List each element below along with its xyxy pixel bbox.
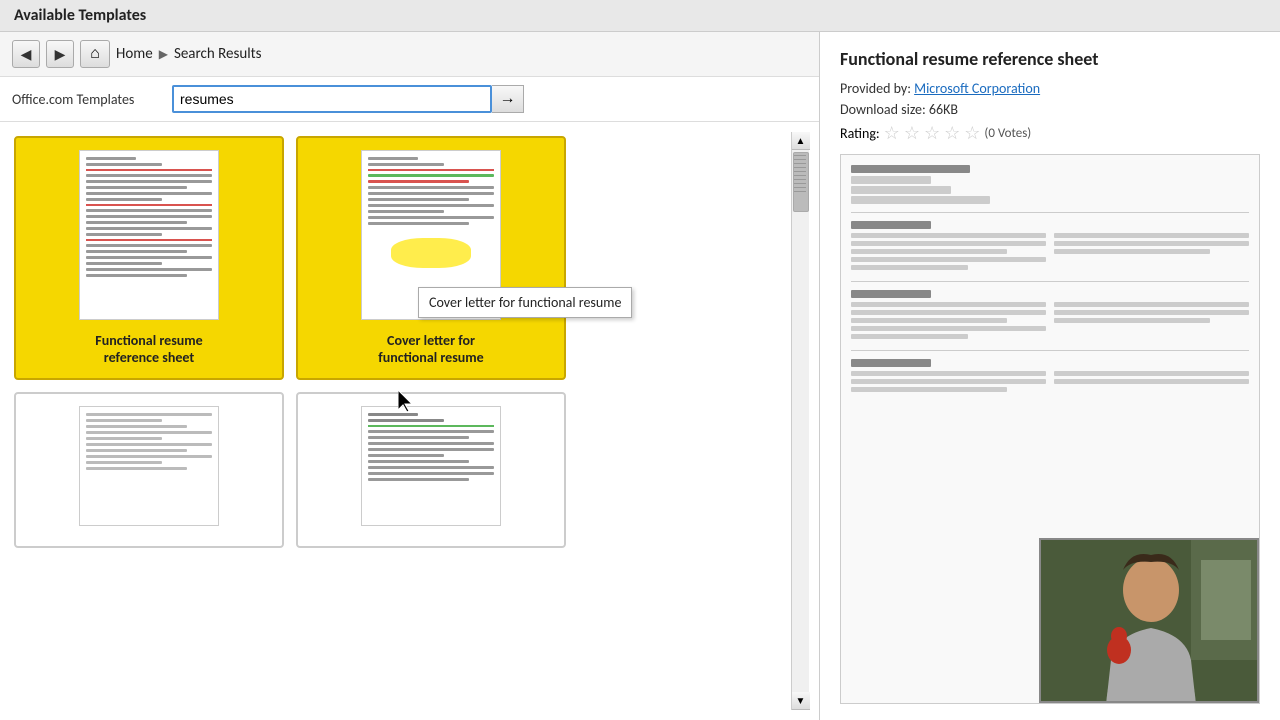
search-go-button[interactable]: →	[492, 85, 524, 113]
detail-rating-row: Rating: ☆ ☆ ☆ ☆ ☆ (0 Votes)	[840, 122, 1260, 144]
scrollbar-grip	[794, 155, 806, 195]
document-preview	[840, 154, 1260, 704]
star-2[interactable]: ☆	[904, 122, 920, 144]
detail-provider-link[interactable]: Microsoft Corporation	[914, 80, 1040, 97]
detail-provider-row: Provided by: Microsoft Corporation	[840, 80, 1260, 97]
star-4[interactable]: ☆	[944, 122, 960, 144]
breadcrumb-separator: ▶	[159, 47, 168, 62]
home-icon: ⌂	[90, 45, 100, 63]
rating-label: Rating:	[840, 125, 880, 142]
template-thumb-2	[361, 150, 501, 320]
star-1[interactable]: ☆	[884, 122, 900, 144]
search-label: Office.com Templates	[12, 91, 172, 108]
back-button[interactable]: ◀	[12, 40, 40, 68]
template-label-2: Cover letter forfunctional resume	[378, 332, 483, 366]
available-templates-header: Available Templates	[0, 0, 1280, 32]
search-go-icon: →	[500, 90, 516, 108]
home-button[interactable]: ⌂	[80, 40, 110, 68]
scrollbar-up-icon: ▲	[796, 134, 806, 147]
template-item-functional-resume[interactable]: Functional resumereference sheet	[14, 136, 284, 380]
scrollbar-down-icon: ▼	[796, 694, 806, 707]
template-item-cover-letter[interactable]: Cover letter forfunctional resume Cover …	[296, 136, 566, 380]
scrollbar-up-button[interactable]: ▲	[792, 132, 810, 150]
webcam-video	[1041, 540, 1257, 701]
templates-grid: Functional resumereference sheet	[10, 132, 791, 552]
detail-download-size-row: Download size: 66KB	[840, 101, 1260, 118]
star-5[interactable]: ☆	[964, 122, 980, 144]
templates-scroll-area[interactable]: Functional resumereference sheet	[10, 132, 791, 710]
template-label-1: Functional resumereference sheet	[95, 332, 202, 366]
search-input-wrap	[172, 85, 492, 113]
detail-votes: (0 Votes)	[984, 126, 1031, 141]
detail-download-size: 66KB	[929, 101, 958, 118]
template-thumb-4	[361, 406, 501, 526]
template-item-3[interactable]	[14, 392, 284, 548]
search-input[interactable]	[172, 85, 492, 113]
left-panel: ◀ ▶ ⌂ Home ▶ Search Results Office.com T…	[0, 32, 820, 720]
template-thumb-1	[79, 150, 219, 320]
scrollbar-thumb[interactable]	[793, 152, 809, 212]
breadcrumb-home: Home	[116, 45, 153, 63]
scrollbar-down-button[interactable]: ▼	[792, 692, 810, 710]
webcam-overlay	[1039, 538, 1259, 703]
breadcrumb: Home ▶ Search Results	[116, 45, 262, 63]
nav-bar: ◀ ▶ ⌂ Home ▶ Search Results	[0, 32, 819, 77]
scrollbar-track: ▲ ▼	[791, 132, 809, 710]
template-thumb-3	[79, 406, 219, 526]
template-item-4[interactable]	[296, 392, 566, 548]
right-panel: Functional resume reference sheet Provid…	[820, 32, 1280, 720]
detail-title: Functional resume reference sheet	[840, 48, 1260, 70]
forward-button[interactable]: ▶	[46, 40, 74, 68]
breadcrumb-current: Search Results	[174, 45, 262, 63]
templates-grid-container: Functional resumereference sheet	[0, 122, 819, 720]
search-bar: Office.com Templates →	[0, 77, 819, 122]
star-3[interactable]: ☆	[924, 122, 940, 144]
